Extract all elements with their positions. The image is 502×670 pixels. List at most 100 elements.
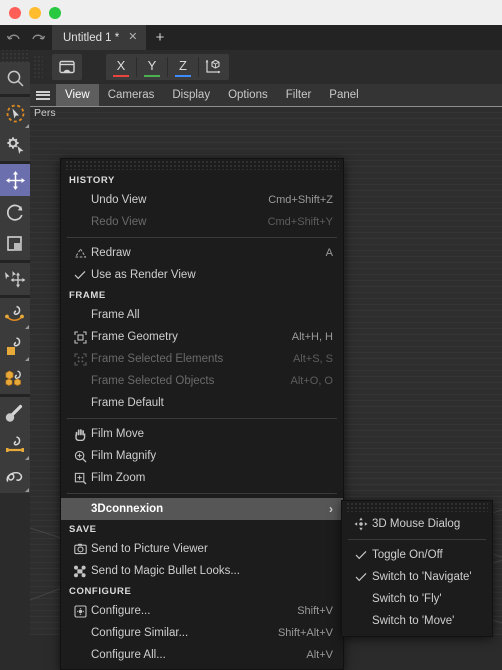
live-selection-icon [6,104,24,122]
viewport-menubar: View Cameras Display Options Filter Pane… [30,84,502,106]
chevron-right-icon: › [329,502,333,516]
menu-item-shortcut: Alt+O, O [290,375,334,387]
menubar-item-options[interactable]: Options [219,84,277,106]
menu-item-frame-selected-elements: Frame Selected Elements Alt+S, S [61,348,343,370]
tool-group-corner [25,357,29,361]
deformer-pen-icon [6,435,24,452]
tool-settings-button[interactable] [0,129,30,161]
minimize-window-button[interactable] [29,7,41,19]
search-tool-button[interactable] [0,62,30,94]
viewport-toolbar: X Y Z [30,50,502,84]
menu-item-shortcut: Cmd+Shift+Z [268,194,333,206]
axis-lock-y-label: Y [147,57,157,73]
hamburger-menu-icon [36,97,50,100]
submenu-item-switch-to-move[interactable]: Switch to 'Move' [342,610,492,632]
tool-group-corner [25,456,29,460]
move-arrows-icon [5,170,25,190]
menu-tearoff-handle[interactable] [65,161,339,170]
axis-lock-x-button[interactable]: X [106,54,136,80]
configure-gear-box-icon [73,604,87,618]
render-view-button[interactable] [52,54,82,80]
menubar-item-filter[interactable]: Filter [277,84,321,106]
axis-x-color-bar [113,74,129,77]
menubar-item-view[interactable]: View [56,84,99,106]
close-window-button[interactable] [9,7,21,19]
menu-item-configure[interactable]: Configure... Shift+V [61,600,343,622]
menu-item-label: Send to Magic Bullet Looks... [91,565,240,577]
zoom-window-button[interactable] [49,7,61,19]
four-way-arrows-icon [354,517,368,531]
world-object-axis-icon [205,59,221,74]
menu-item-configure-all[interactable]: Configure All... Alt+V [61,644,343,666]
submenu-item-switch-to-fly[interactable]: Switch to 'Fly' [342,588,492,610]
menu-section-configure: CONFIGURE [69,586,132,597]
axis-lock-y-button[interactable]: Y [137,54,167,80]
rotate-arc-icon [6,204,23,221]
magnify-plus-icon [69,450,91,463]
cube-pen-icon [7,336,21,355]
axis-move-tool-button[interactable] [0,263,30,295]
menu-item-3dconnexion[interactable]: 3Dconnexion › [61,498,343,520]
rotate-tool-button[interactable] [0,196,30,228]
redraw-icon [69,247,91,259]
menubar-item-panel[interactable]: Panel [320,84,367,106]
move-tool-button[interactable] [0,164,30,196]
frame-elements-icon [69,352,91,366]
scale-tool-button[interactable] [0,228,30,260]
paint-brush-tool-button[interactable] [0,397,30,429]
menu-item-film-zoom[interactable]: Film Zoom [61,467,343,489]
sculpt-spline-tool-button[interactable] [0,461,30,493]
gear-cursor-icon [6,136,23,154]
spline-pen-icon [5,305,24,321]
document-tab[interactable]: Untitled 1 * ✕ [52,25,147,50]
menu-separator [67,237,337,238]
menu-item-send-to-picture-viewer[interactable]: Send to Picture Viewer [61,538,343,560]
menu-item-label: Frame All [91,309,140,321]
menu-item-frame-default[interactable]: Frame Default [61,392,343,414]
menubar-item-display[interactable]: Display [163,84,219,106]
submenu-item-3d-mouse-dialog[interactable]: 3D Mouse Dialog [342,513,492,535]
spline-pen-tool-button[interactable] [0,298,30,330]
menu-item-frame-all[interactable]: Frame All [61,304,343,326]
menu-item-undo-view[interactable]: Undo View Cmd+Shift+Z [61,189,343,211]
generator-tool-button[interactable] [0,362,30,394]
menu-item-label: Configure All... [91,649,166,661]
menu-item-label: Send to Picture Viewer [91,543,208,555]
menu-item-use-as-render-view[interactable]: Use as Render View [61,264,343,286]
live-selection-tool-button[interactable] [0,97,30,129]
submenu-item-label: Switch to 'Navigate' [372,571,472,583]
menubar-item-cameras[interactable]: Cameras [99,84,164,106]
undo-button[interactable] [4,29,24,47]
frame-brackets-icon [73,330,87,344]
menu-item-film-move[interactable]: Film Move [61,423,343,445]
new-tab-button[interactable]: + [149,25,171,50]
magic-bullet-dots-icon [74,565,86,577]
left-palette-drag-handle[interactable] [0,50,30,62]
world-object-axis-button[interactable] [199,54,229,80]
close-tab-icon[interactable]: ✕ [128,32,137,43]
menu-item-label: Film Magnify [91,450,157,462]
menu-item-label: Configure... [91,605,151,617]
redraw-triangle-icon [74,248,86,258]
submenu-item-label: Switch to 'Move' [372,615,455,627]
deformer-tool-button[interactable] [0,429,30,461]
menu-item-frame-geometry[interactable]: Frame Geometry Alt+H, H [61,326,343,348]
zoom-rect-plus-icon [74,472,86,484]
hand-icon [69,428,91,441]
submenu-tearoff-handle[interactable] [346,503,488,512]
submenu-item-toggle-on-off[interactable]: Toggle On/Off [342,544,492,566]
menu-item-shortcut: Cmd+Shift+Y [267,216,333,228]
brush-icon [5,404,23,422]
menu-item-send-to-magic-bullet-looks[interactable]: Send to Magic Bullet Looks... [61,560,343,582]
primitive-cube-tool-button[interactable] [0,330,30,362]
menu-item-film-magnify[interactable]: Film Magnify [61,445,343,467]
viewport-menu-hamburger-button[interactable] [30,84,56,106]
axis-lock-z-button[interactable]: Z [168,54,198,80]
viewport-toolbar-drag-handle[interactable] [33,55,43,79]
submenu-item-switch-to-navigate[interactable]: Switch to 'Navigate' [342,566,492,588]
menu-item-redraw[interactable]: Redraw A [61,242,343,264]
submenu-item-label: Switch to 'Fly' [372,593,442,605]
redo-button[interactable] [28,29,48,47]
magnifier-plus-icon [74,450,86,462]
menu-item-configure-similar[interactable]: Configure Similar... Shift+Alt+V [61,622,343,644]
